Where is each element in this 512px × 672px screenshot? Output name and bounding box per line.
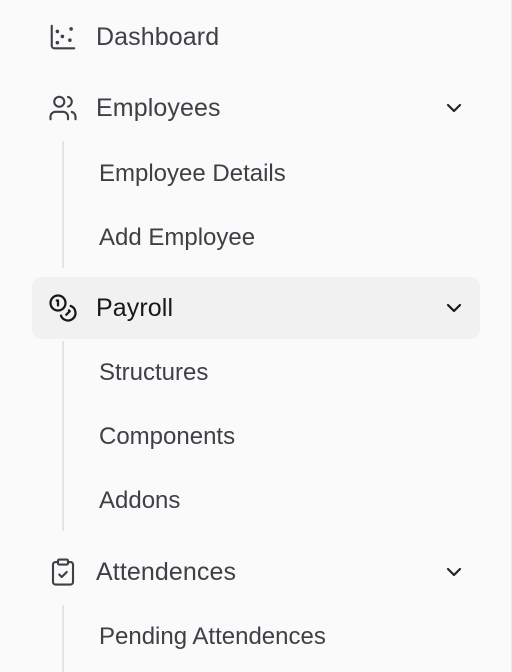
users-icon — [48, 93, 78, 123]
nav-item-label: Payroll — [96, 293, 174, 322]
nav-item-payroll[interactable]: Payroll — [32, 277, 480, 339]
submenu-guide-line — [62, 605, 64, 672]
sidebar-nav: Dashboard Employees Employee Details Add… — [0, 0, 512, 672]
nav-subitem-label: Addons — [99, 487, 181, 514]
nav-subitem-components[interactable]: Components — [84, 409, 480, 465]
clipboard-check-icon — [48, 557, 78, 587]
chevron-down-icon[interactable] — [442, 560, 466, 584]
nav-subitem-pending-attendences[interactable]: Pending Attendences — [84, 609, 480, 665]
chevron-down-icon[interactable] — [442, 96, 466, 120]
nav-subitem-label: Employee Details — [99, 160, 286, 187]
nav-subitem-label: Pending Attendences — [99, 623, 326, 650]
chart-scatter-icon — [48, 22, 78, 52]
nav-item-dashboard[interactable]: Dashboard — [32, 6, 480, 68]
coins-icon — [48, 293, 78, 323]
chevron-down-icon[interactable] — [442, 296, 466, 320]
nav-item-attendences[interactable]: Attendences — [32, 541, 480, 603]
nav-subitem-add-employee[interactable]: Add Employee — [84, 210, 480, 266]
nav-subitem-label: Components — [99, 423, 236, 450]
nav-item-label: Dashboard — [96, 22, 220, 51]
nav-subitem-employee-details[interactable]: Employee Details — [84, 146, 480, 202]
nav-subitem-addons[interactable]: Addons — [84, 473, 480, 529]
submenu-guide-line — [62, 141, 64, 268]
submenu-guide-line — [62, 341, 64, 531]
nav-item-employees[interactable]: Employees — [32, 77, 480, 139]
nav-item-label: Attendences — [96, 557, 237, 586]
nav-item-label: Employees — [96, 93, 221, 122]
nav-subitem-label: Add Employee — [99, 224, 256, 251]
nav-subitem-label: Structures — [99, 359, 209, 386]
nav-subitem-structures[interactable]: Structures — [84, 345, 480, 401]
